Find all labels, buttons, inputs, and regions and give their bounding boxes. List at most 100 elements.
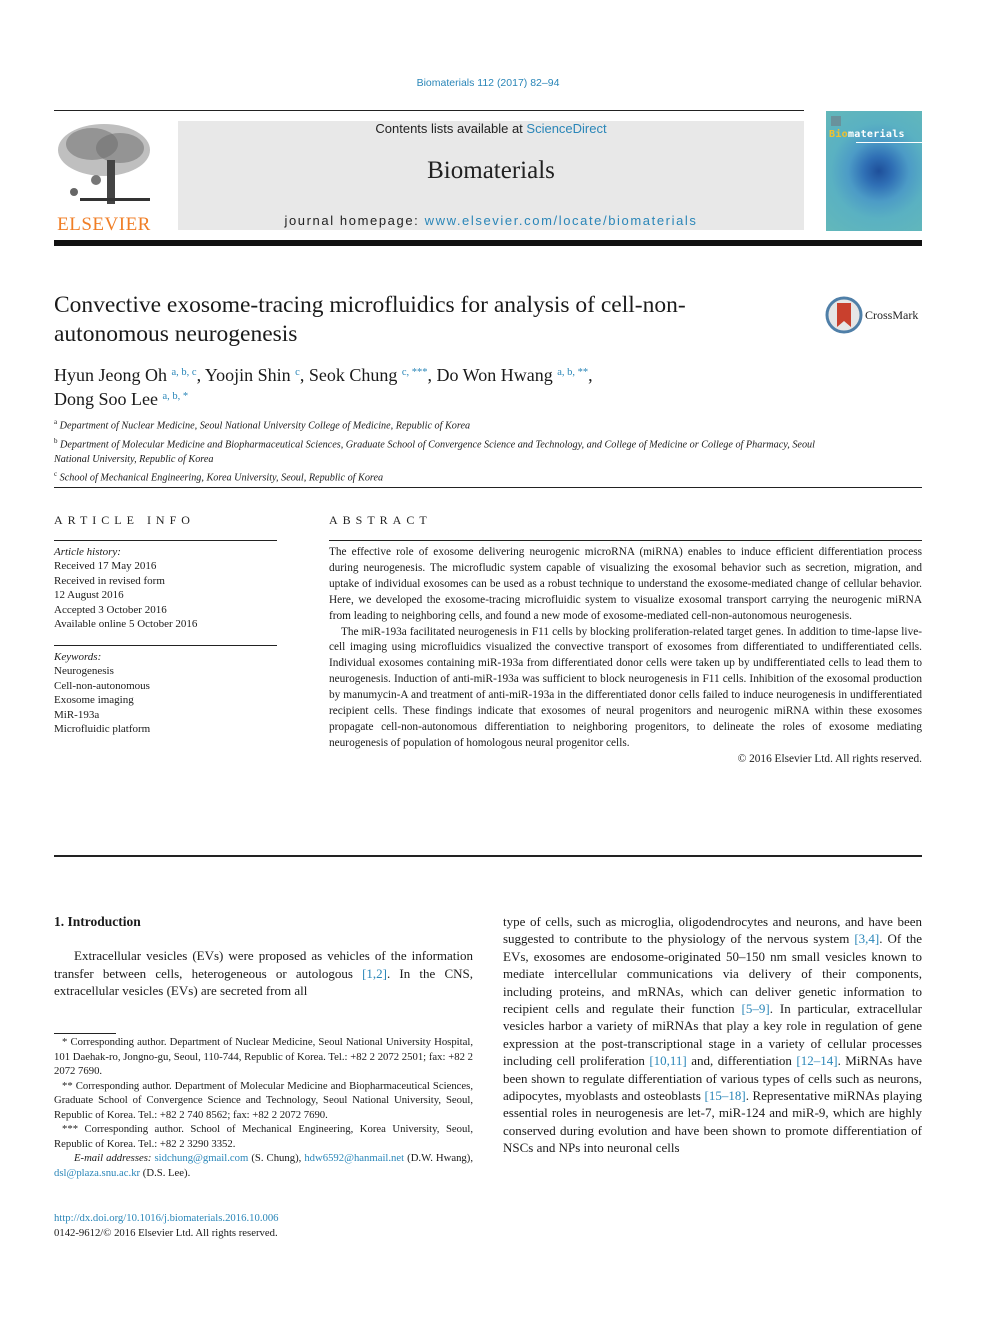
affiliation-text: Department of Nuclear Medicine, Seoul Na… xyxy=(59,420,471,432)
article-history: Article history: Received 17 May 2016 Re… xyxy=(54,545,284,631)
affiliation: b Department of Molecular Medicine and B… xyxy=(54,434,824,467)
email-owner: (D.S. Lee). xyxy=(140,1166,191,1179)
email-owner: (D.W. Hwang), xyxy=(404,1152,473,1164)
author[interactable]: Do Won Hwang a, b, **, xyxy=(437,365,593,385)
divider xyxy=(329,540,922,541)
history-item: 12 August 2016 xyxy=(54,589,124,602)
keywords: Keywords: Neurogenesis Cell-non-autonomo… xyxy=(54,650,284,736)
introduction-column-2: type of cells, such as microglia, oligod… xyxy=(503,913,922,1157)
article-info-heading: ARTICLE INFO xyxy=(54,513,195,527)
author-name[interactable]: Do Won Hwang xyxy=(437,365,553,385)
author-affiliation-marks[interactable]: a, b, * xyxy=(162,391,188,402)
author-separator: , xyxy=(427,365,437,385)
author-separator: , xyxy=(588,365,593,385)
history-item: Available online 5 October 2016 xyxy=(54,618,198,631)
abstract-body: The effective role of exosome delivering… xyxy=(329,545,922,768)
email-label: E-mail addresses: xyxy=(74,1152,155,1164)
divider xyxy=(54,855,922,857)
contents-line: Contents lists available at ScienceDirec… xyxy=(178,121,804,136)
author[interactable]: Seok Chung c, ***, xyxy=(309,365,437,385)
keyword: Cell-non-autonomous xyxy=(54,679,150,692)
issn-copyright: 0142-9612/© 2016 Elsevier Ltd. All right… xyxy=(54,1227,278,1239)
introduction-column-1: Extracellular vesicles (EVs) were propos… xyxy=(54,947,473,1000)
affiliation: a Department of Nuclear Medicine, Seoul … xyxy=(54,415,824,434)
history-item: Accepted 3 October 2016 xyxy=(54,603,167,616)
homepage-line: journal homepage: www.elsevier.com/locat… xyxy=(178,213,804,228)
cover-title-rest: materials xyxy=(847,129,905,140)
affiliation-text: School of Mechanical Engineering, Korea … xyxy=(59,472,384,484)
author-name[interactable]: Hyun Jeong Oh xyxy=(54,365,167,385)
keyword: Microfluidic platform xyxy=(54,723,151,736)
footnote: * Corresponding author. Department of Nu… xyxy=(54,1036,473,1077)
divider xyxy=(54,487,922,488)
footnote: *** Corresponding author. School of Mech… xyxy=(54,1123,473,1150)
cover-title-accent: Bio xyxy=(829,129,848,140)
doi-link[interactable]: http://dx.doi.org/10.1016/j.biomaterials… xyxy=(54,1211,279,1226)
crossmark-icon xyxy=(825,296,863,334)
homepage-label: journal homepage: xyxy=(284,213,425,228)
crossmark-badge[interactable]: CrossMark xyxy=(825,296,925,336)
abstract-paragraph: The effective role of exosome delivering… xyxy=(329,546,922,622)
history-item: Received in revised form xyxy=(54,574,165,587)
affiliation-key: b xyxy=(54,436,58,445)
sciencedirect-link[interactable]: ScienceDirect xyxy=(526,121,606,136)
affiliation: c School of Mechanical Engineering, Kore… xyxy=(54,467,824,486)
article-title: Convective exosome-tracing microfluidics… xyxy=(54,292,686,347)
header-thick-rule xyxy=(54,240,922,246)
affiliation-key: c xyxy=(54,470,58,479)
author-separator: , xyxy=(299,365,309,385)
author-separator: , xyxy=(196,365,205,385)
author-name[interactable]: Seok Chung xyxy=(309,365,398,385)
doi-block: http://dx.doi.org/10.1016/j.biomaterials… xyxy=(54,1211,279,1241)
email-link[interactable]: dsl@plaza.snu.ac.kr xyxy=(54,1167,140,1179)
citation-link[interactable]: [1,2] xyxy=(362,966,387,981)
history-item: Received 17 May 2016 xyxy=(54,560,157,573)
elsevier-wordmark: ELSEVIER xyxy=(57,214,151,235)
author-affiliation-marks[interactable]: c, *** xyxy=(402,367,428,378)
contents-label: Contents lists available at xyxy=(375,121,527,136)
author-name[interactable]: Yoojin Shin xyxy=(205,365,291,385)
affiliation-key: a xyxy=(54,418,58,426)
citation-link[interactable]: [3,4] xyxy=(854,931,879,946)
keyword: Neurogenesis xyxy=(54,665,114,678)
elsevier-logo[interactable]: ELSEVIER xyxy=(52,120,156,236)
author-affiliation-marks[interactable]: a, b, c xyxy=(172,367,197,378)
citation-link[interactable]: [15–18] xyxy=(705,1088,746,1103)
tree-icon xyxy=(58,124,150,204)
citation-link[interactable]: [5–9] xyxy=(742,1001,770,1016)
journal-header-band: Contents lists available at ScienceDirec… xyxy=(178,121,804,230)
email-link[interactable]: hdw6592@hanmail.net xyxy=(304,1152,404,1164)
email-addresses: E-mail addresses: sidchung@gmail.com (S.… xyxy=(54,1151,473,1180)
author[interactable]: Hyun Jeong Oh a, b, c, xyxy=(54,365,205,385)
journal-homepage-link[interactable]: www.elsevier.com/locate/biomaterials xyxy=(425,213,698,228)
keyword: Exosome imaging xyxy=(54,694,134,707)
crossmark-label: CrossMark xyxy=(865,308,919,322)
journal-cover-thumbnail[interactable]: Biomaterials xyxy=(826,111,922,231)
author-name[interactable]: Dong Soo Lee xyxy=(54,389,158,409)
abstract-heading: ABSTRACT xyxy=(329,513,432,527)
history-label: Article history: xyxy=(54,546,121,558)
citation-link[interactable]: [10,11] xyxy=(649,1053,686,1068)
divider xyxy=(54,645,277,646)
author[interactable]: Yoojin Shin c, xyxy=(205,365,309,385)
cover-rule xyxy=(856,142,922,143)
abstract-copyright: © 2016 Elsevier Ltd. All rights reserved… xyxy=(737,752,922,765)
footnote-rule xyxy=(54,1033,116,1034)
affiliation-text: Department of Molecular Medicine and Bio… xyxy=(54,439,815,465)
author-affiliation-marks[interactable]: a, b, ** xyxy=(557,367,588,378)
footnote: ** Corresponding author. Department of M… xyxy=(54,1079,473,1121)
affiliations: a Department of Nuclear Medicine, Seoul … xyxy=(54,415,824,486)
email-link[interactable]: sidchung@gmail.com xyxy=(154,1152,248,1164)
introduction-heading: 1. Introduction xyxy=(54,914,141,929)
author-list: Hyun Jeong Oh a, b, c, Yoojin Shin c, Se… xyxy=(54,362,854,410)
top-rule xyxy=(54,110,804,111)
abstract-paragraph: The miR-193a facilitated neurogenesis in… xyxy=(329,625,922,749)
author[interactable]: Dong Soo Lee a, b, * xyxy=(54,389,188,409)
citation-link[interactable]: [12–14] xyxy=(796,1053,837,1068)
journal-reference[interactable]: Biomaterials 112 (2017) 82–94 xyxy=(0,77,976,89)
cover-emblem-icon xyxy=(831,116,841,126)
journal-name: Biomaterials xyxy=(427,157,555,184)
footnotes: * Corresponding author. Department of Nu… xyxy=(54,1035,473,1180)
keywords-label: Keywords: xyxy=(54,651,102,663)
divider xyxy=(54,540,277,541)
